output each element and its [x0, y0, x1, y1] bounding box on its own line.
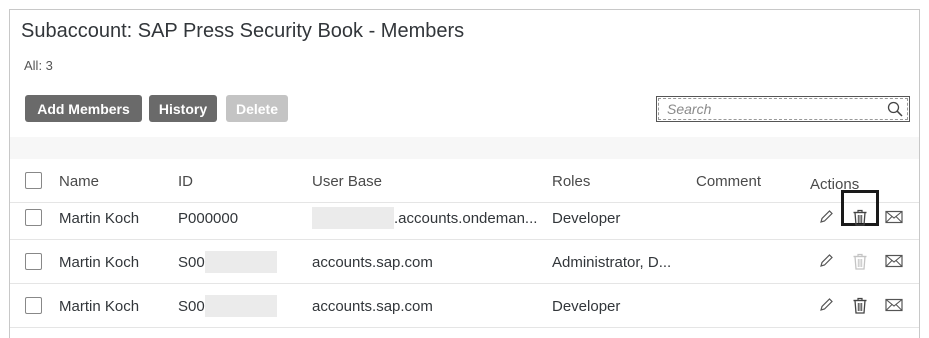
member-name: Martin Koch: [59, 297, 140, 315]
pencil-icon[interactable]: [816, 207, 836, 227]
member-name: Martin Koch: [59, 253, 140, 271]
table-row: Martin Koch P000000 .accounts.ondeman...…: [10, 190, 919, 240]
pencil-icon[interactable]: [816, 295, 836, 315]
search-icon[interactable]: [887, 101, 903, 120]
member-id: P000000: [178, 209, 239, 227]
row-checkbox[interactable]: [25, 209, 42, 226]
member-roles: Developer: [552, 297, 621, 315]
delete-button[interactable]: Delete: [226, 95, 288, 122]
member-user-base: accounts.sap.com: [312, 253, 433, 271]
add-members-button[interactable]: Add Members: [25, 95, 142, 122]
search-placeholder: Search: [667, 101, 712, 117]
trash-icon[interactable]: [850, 251, 870, 271]
mail-icon[interactable]: [884, 207, 904, 227]
member-id-text: S00: [178, 297, 205, 315]
table-row: Martin Koch S00 accounts.sap.com Adminis…: [10, 240, 919, 284]
pencil-icon[interactable]: [816, 251, 836, 271]
table-row: Martin Koch S00 accounts.sap.com Develop…: [10, 284, 919, 328]
member-id: S00: [178, 240, 277, 284]
member-user-base: .accounts.ondeman...: [312, 196, 537, 240]
member-id-text: S00: [178, 253, 205, 271]
row-checkbox[interactable]: [25, 297, 42, 314]
trash-icon[interactable]: [850, 295, 870, 315]
page-title: Subaccount: SAP Press Security Book - Me…: [21, 20, 465, 42]
redacted-block: [312, 207, 394, 229]
redacted-block: [204, 251, 277, 273]
member-id: S00: [178, 284, 277, 328]
select-all-checkbox[interactable]: [25, 172, 42, 189]
search-input[interactable]: Search: [656, 96, 910, 122]
table-spacer: [10, 137, 919, 159]
members-panel: Subaccount: SAP Press Security Book - Me…: [9, 9, 920, 338]
row-checkbox[interactable]: [25, 253, 42, 270]
member-count: All: 3: [24, 58, 53, 73]
trash-icon[interactable]: [850, 207, 870, 227]
mail-icon[interactable]: [884, 295, 904, 315]
history-button[interactable]: History: [149, 95, 217, 122]
member-roles: Developer: [552, 209, 621, 227]
redacted-block: [204, 295, 277, 317]
member-name: Martin Koch: [59, 209, 140, 227]
user-base-text: .accounts.ondeman...: [394, 209, 538, 227]
member-user-base: accounts.sap.com: [312, 297, 433, 315]
member-roles: Administrator, D...: [552, 253, 672, 271]
mail-icon[interactable]: [884, 251, 904, 271]
